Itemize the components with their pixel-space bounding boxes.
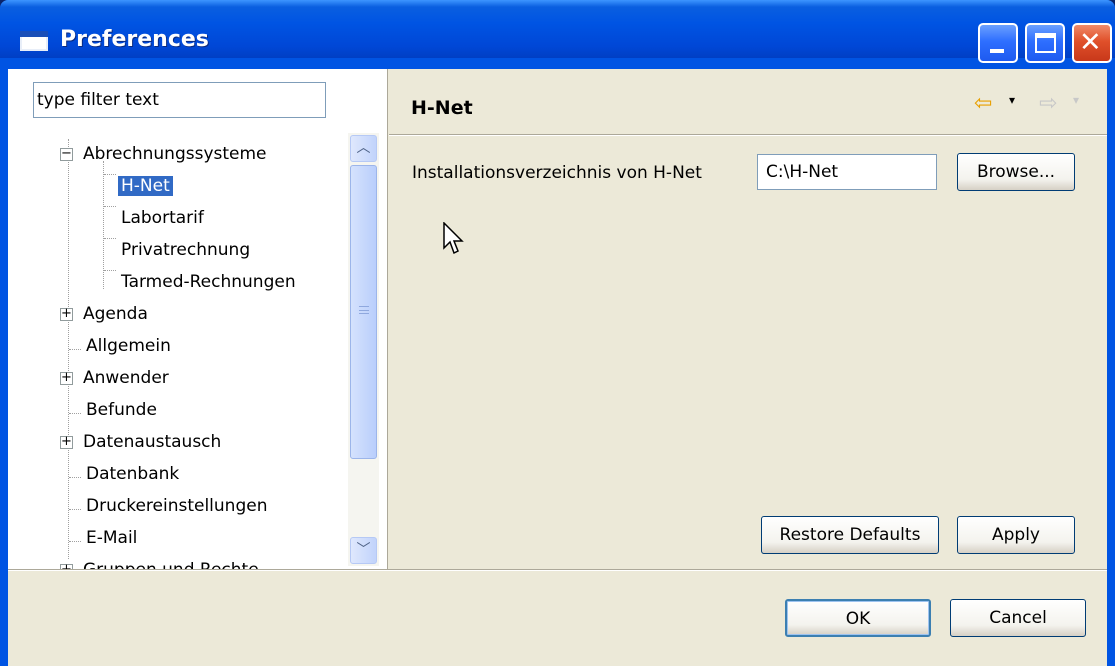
expand-icon[interactable]: + <box>60 435 73 449</box>
mouse-pointer-icon <box>443 222 464 255</box>
expand-icon[interactable]: + <box>60 307 73 321</box>
tree-item-h-net[interactable]: H-Net <box>118 173 173 199</box>
tree-item-abrechnungssysteme[interactable]: − Abrechnungssysteme <box>60 141 270 167</box>
scroll-up-button[interactable]: ︿ <box>350 135 377 162</box>
tree-item-allgemein[interactable]: Allgemein <box>83 333 174 359</box>
chevron-up-icon: ︿ <box>356 140 371 156</box>
scroll-thumb[interactable] <box>350 165 377 459</box>
close-icon: ✕ <box>1079 27 1102 58</box>
preference-tree: − Abrechnungssysteme H-Net Labortarif Pr… <box>8 135 353 569</box>
minimize-button[interactable] <box>978 23 1018 63</box>
tree-item-datenaustausch[interactable]: + Datenaustausch <box>60 429 224 455</box>
window-title: Preferences <box>60 27 209 52</box>
dialog-client-area: − Abrechnungssysteme H-Net Labortarif Pr… <box>8 69 1107 666</box>
tree-item-datenbank[interactable]: Datenbank <box>83 461 182 487</box>
collapse-icon[interactable]: − <box>60 147 73 161</box>
scroll-down-button[interactable]: ﹀ <box>350 537 377 564</box>
page-title: H-Net <box>411 97 473 119</box>
install-dir-label: Installationsverzeichnis von H-Net <box>412 163 702 183</box>
tree-item-tarmed-rechnungen[interactable]: Tarmed-Rechnungen <box>118 269 299 295</box>
minimize-icon <box>990 49 1004 53</box>
maximize-icon <box>1035 33 1056 53</box>
tree-item-privatrechnung[interactable]: Privatrechnung <box>118 237 253 263</box>
apply-button[interactable]: Apply <box>957 516 1075 554</box>
maximize-button[interactable] <box>1025 23 1065 63</box>
tree-item-druckereinstellungen[interactable]: Druckereinstellungen <box>83 493 270 519</box>
back-arrow-icon[interactable]: ⇦ <box>974 91 992 116</box>
tree-item-befunde[interactable]: Befunde <box>83 397 160 423</box>
footer-separator <box>8 569 1107 571</box>
chevron-down-icon: ﹀ <box>356 542 371 558</box>
title-separator <box>389 134 1107 136</box>
forward-dropdown-icon[interactable]: ▾ <box>1073 93 1079 107</box>
expand-icon[interactable]: + <box>60 371 73 385</box>
filter-input[interactable] <box>33 82 326 118</box>
tree-item-anwender[interactable]: + Anwender <box>60 365 172 391</box>
preference-tree-panel: − Abrechnungssysteme H-Net Labortarif Pr… <box>8 69 388 569</box>
tree-item-agenda[interactable]: + Agenda <box>60 301 151 327</box>
restore-defaults-button[interactable]: Restore Defaults <box>761 516 939 554</box>
preferences-window: Preferences ✕ − Abrec <box>0 0 1115 666</box>
ok-button[interactable]: OK <box>785 599 931 637</box>
install-dir-input[interactable] <box>757 154 937 190</box>
back-dropdown-icon[interactable]: ▾ <box>1009 93 1015 107</box>
browse-button[interactable]: Browse... <box>957 153 1075 191</box>
forward-arrow-icon[interactable]: ⇨ <box>1039 91 1057 116</box>
tree-item-gruppen-und-rechte[interactable]: + Gruppen und Rechte <box>60 557 262 569</box>
preference-page: H-Net ⇦ ▾ ⇨ ▾ Installationsverzeichnis v… <box>389 69 1107 569</box>
tree-scrollbar[interactable]: ︿ ﹀ <box>348 133 379 566</box>
close-button[interactable]: ✕ <box>1072 23 1112 63</box>
tree-item-e-mail[interactable]: E-Mail <box>83 525 140 551</box>
cancel-button[interactable]: Cancel <box>950 599 1086 637</box>
window-icon <box>20 31 48 51</box>
grip-icon <box>359 306 369 314</box>
title-bar[interactable]: Preferences ✕ <box>0 0 1115 63</box>
tree-item-labortarif[interactable]: Labortarif <box>118 205 207 231</box>
